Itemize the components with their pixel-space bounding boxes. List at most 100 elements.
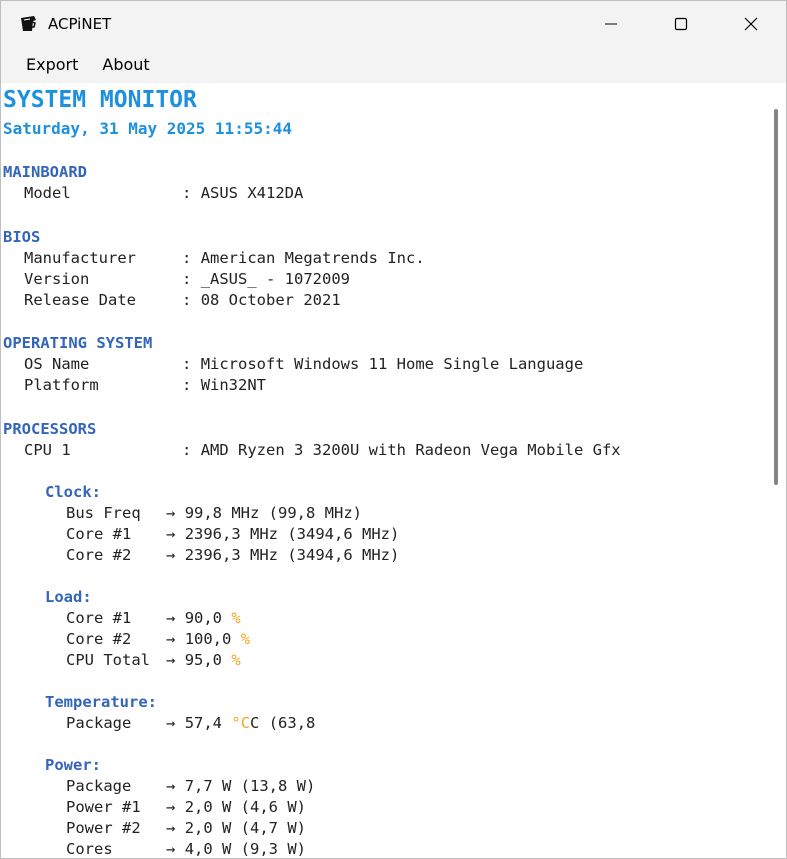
metric-key: Core #2 [66, 546, 132, 564]
row-value: ASUS X412DA [200, 184, 304, 202]
metric-row: Core #2 → 100,0 % [66, 630, 250, 648]
unit-label: % [231, 651, 241, 669]
section-bios: BIOS [3, 228, 41, 246]
metric-key: Core #1 [66, 609, 132, 627]
row-value: _ASUS_ - 1072009 [200, 270, 350, 288]
metric-row: Cores → 4,0 W (9,3 W) [66, 840, 306, 858]
row-sep: : [182, 355, 192, 373]
metric-key: Power #1 [66, 798, 141, 816]
metric-value: 90,0 [184, 609, 223, 627]
row-sep: : [182, 184, 192, 202]
window-title: ACPiNET [48, 15, 112, 33]
subsection-load: Load: [45, 588, 92, 606]
metric-value: 99,8 MHz (99,8 MHz) [184, 504, 362, 522]
metric-key: Package [66, 777, 132, 795]
metric-row: Core #1 → 90,0 % [66, 609, 241, 627]
metric-row: Bus Freq → 99,8 MHz (99,8 MHz) [66, 504, 362, 522]
window-controls [576, 1, 786, 47]
metric-value: 7,7 W (13,8 W) [184, 777, 316, 795]
info-row: CPU 1: AMD Ryzen 3 3200U with Radeon Veg… [24, 441, 621, 459]
cup-icon [17, 13, 39, 35]
metric-row: Power #1 → 2,0 W (4,6 W) [66, 798, 306, 816]
arrow-icon: → [166, 630, 176, 648]
row-key: Release Date [24, 291, 136, 309]
close-button[interactable] [716, 1, 786, 47]
section-os: OPERATING SYSTEM [3, 334, 153, 352]
info-row: Version: _ASUS_ - 1072009 [24, 270, 350, 288]
metric-row: Core #2 → 2396,3 MHz (3494,6 MHz) [66, 546, 399, 564]
info-row: OS Name: Microsoft Windows 11 Home Singl… [24, 355, 583, 373]
metric-key: CPU Total [66, 651, 150, 669]
metric-value: 57,4 [184, 714, 223, 732]
metric-row: Core #1 → 2396,3 MHz (3494,6 MHz) [66, 525, 399, 543]
metric-row: Package → 7,7 W (13,8 W) [66, 777, 315, 795]
metric-key: Bus Freq [66, 504, 141, 522]
report-title: SYSTEM MONITOR [3, 87, 197, 113]
info-row: Model: ASUS X412DA [24, 184, 303, 202]
metric-row: Power #2 → 2,0 W (4,7 W) [66, 819, 306, 837]
section-mainboard: MAINBOARD [3, 163, 87, 181]
metric-key: Core #2 [66, 630, 132, 648]
unit-label: % [231, 609, 241, 627]
arrow-icon: → [166, 798, 176, 816]
row-value: American Megatrends Inc. [200, 249, 425, 267]
metric-rest: C (63,8 [250, 714, 316, 732]
minimize-button[interactable] [576, 1, 646, 47]
arrow-icon: → [166, 840, 176, 858]
row-key: OS Name [24, 355, 90, 373]
maximize-icon [674, 17, 688, 31]
subsection-power: Power: [45, 756, 101, 774]
row-key: CPU 1 [24, 441, 71, 459]
maximize-button[interactable] [646, 1, 716, 47]
metric-value: 2,0 W (4,6 W) [184, 798, 307, 816]
metric-key: Cores [66, 840, 113, 858]
metric-row: CPU Total → 95,0 % [66, 651, 241, 669]
subsection-clock: Clock: [45, 483, 101, 501]
row-value: AMD Ryzen 3 3200U with Radeon Vega Mobil… [200, 441, 621, 459]
arrow-icon: → [166, 525, 176, 543]
section-processors: PROCESSORS [3, 420, 97, 438]
row-sep: : [182, 291, 192, 309]
report-view[interactable]: SYSTEM MONITOR Saturday, 31 May 2025 11:… [1, 83, 764, 858]
metric-value: 100,0 [184, 630, 232, 648]
row-sep: : [182, 270, 192, 288]
metric-value: 4,0 W (9,3 W) [184, 840, 307, 858]
row-key: Model [24, 184, 71, 202]
arrow-icon: → [166, 651, 176, 669]
arrow-icon: → [166, 819, 176, 837]
menu-bar: Export About [1, 47, 786, 83]
metric-value: 2,0 W (4,7 W) [184, 819, 307, 837]
arrow-icon: → [166, 714, 176, 732]
unit-label: % [240, 630, 251, 648]
row-value: 08 October 2021 [200, 291, 341, 309]
metric-value: 95,0 [184, 651, 223, 669]
row-sep: : [182, 376, 192, 394]
info-row: Platform: Win32NT [24, 376, 266, 394]
row-key: Manufacturer [24, 249, 136, 267]
row-value: Microsoft Windows 11 Home Single Languag… [200, 355, 584, 373]
row-value: Win32NT [200, 376, 267, 394]
arrow-icon: → [166, 609, 176, 627]
arrow-icon: → [166, 504, 176, 522]
subsection-temperature: Temperature: [45, 693, 157, 711]
app-window: ACPiNET Export About SYSTEM MONITOR Satu… [0, 0, 787, 859]
info-row: Release Date: 08 October 2021 [24, 291, 341, 309]
menu-export[interactable]: Export [14, 47, 90, 83]
scrollbar-thumb[interactable] [774, 109, 778, 485]
menu-about[interactable]: About [90, 47, 161, 83]
metric-value: 2396,3 MHz (3494,6 MHz) [184, 546, 400, 564]
row-key: Version [24, 270, 90, 288]
unit-label: °C [231, 714, 251, 732]
vertical-scrollbar[interactable] [764, 83, 786, 858]
row-sep: : [182, 249, 192, 267]
row-sep: : [182, 441, 192, 459]
metric-key: Core #1 [66, 525, 132, 543]
arrow-icon: → [166, 546, 176, 564]
info-row: Manufacturer: American Megatrends Inc. [24, 249, 425, 267]
title-bar[interactable]: ACPiNET [1, 1, 786, 47]
report-datetime: Saturday, 31 May 2025 11:55:44 [3, 119, 292, 138]
minimize-icon [605, 23, 617, 25]
metric-key: Power #2 [66, 819, 141, 837]
arrow-icon: → [166, 777, 176, 795]
metric-value: 2396,3 MHz (3494,6 MHz) [184, 525, 400, 543]
